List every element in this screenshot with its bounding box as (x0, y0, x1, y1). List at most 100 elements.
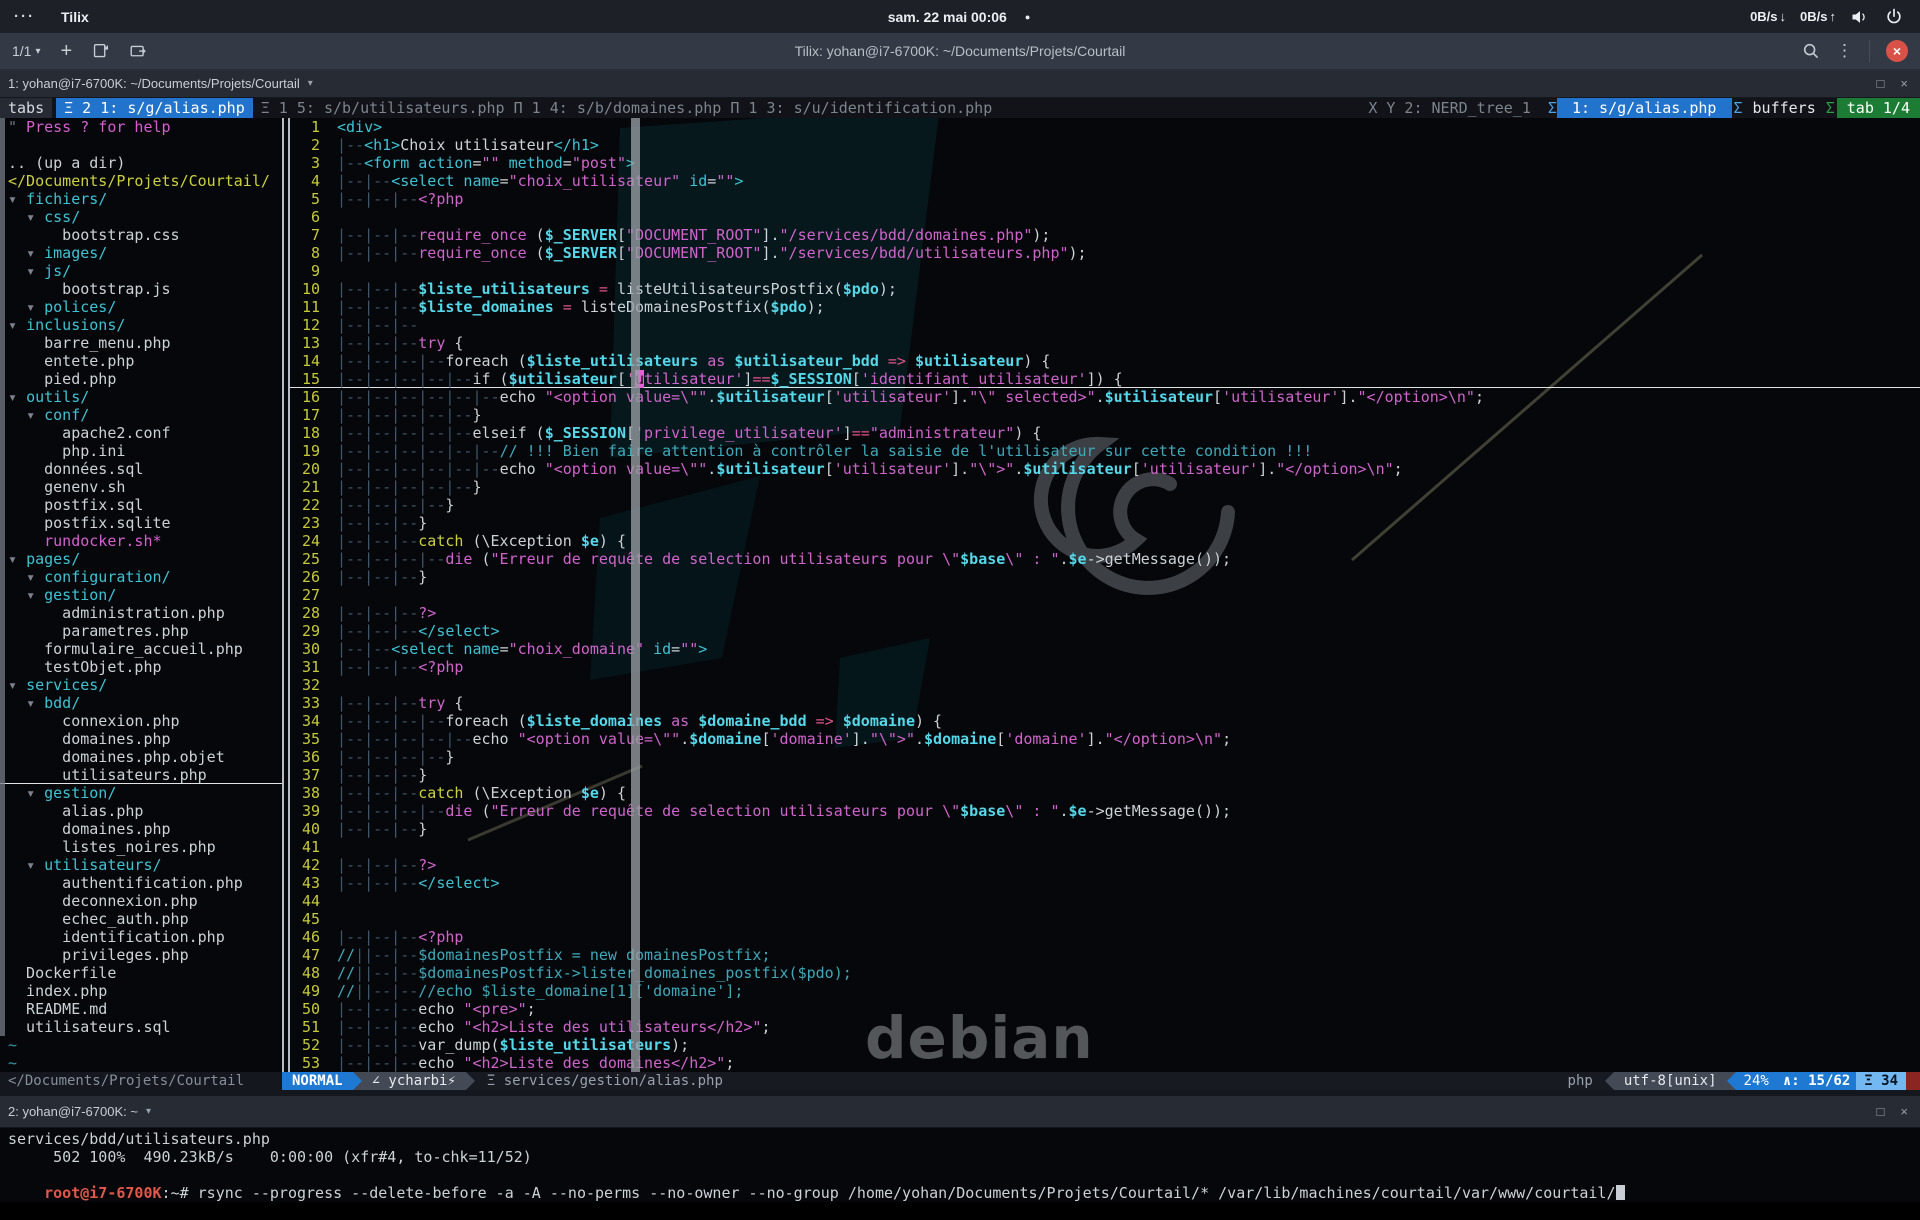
code-line[interactable]: 37 |--|--|--} (290, 766, 1920, 784)
tree-item[interactable]: ~ (0, 1054, 282, 1072)
tree-item[interactable]: php.ini (0, 442, 282, 460)
open-terminal-down-button[interactable] (92, 43, 109, 60)
code-line[interactable]: 49//||--|--//echo $liste_domaine[1]['dom… (290, 982, 1920, 1000)
pane-close-icon[interactable]: × (1900, 1104, 1908, 1119)
code-line[interactable]: 11 |--|--|--$liste_domaines = listeDomain… (290, 298, 1920, 316)
tree-item[interactable]: ▾ gestion/ (0, 586, 282, 604)
tree-item[interactable]: barre_menu.php (0, 334, 282, 352)
code-line[interactable]: 31 |--|--|--<?php (290, 658, 1920, 676)
tree-item[interactable]: formulaire_accueil.php (0, 640, 282, 658)
code-line[interactable]: 51 |--|--|--echo "<h2>Liste des utilisate… (290, 1018, 1920, 1036)
pane-close-icon[interactable]: × (1900, 76, 1908, 91)
code-line[interactable]: 25 |--|--|--|--die ("Erreur de requête de… (290, 550, 1920, 568)
shell-prompt-line[interactable]: root@i7-6700K:~# rsync --progress --dele… (0, 1166, 1920, 1202)
code-line[interactable]: 4 |--|--<select name="choix_utilisateur" … (290, 172, 1920, 190)
window-close-button[interactable]: × (1886, 40, 1908, 62)
tabline-nerdtree-buffer[interactable]: X Y 2: NERD_tree_1 (1360, 98, 1548, 118)
pane1-title-bar[interactable]: 1: yohan@i7-6700K: ~/Documents/Projets/C… (0, 70, 1920, 98)
tree-item[interactable]: utilisateurs.php (0, 766, 282, 784)
code-line[interactable]: 10 |--|--|--$liste_utilisateurs = listeUt… (290, 280, 1920, 298)
tree-item[interactable]: </Documents/Projets/Courtail/ (0, 172, 282, 190)
code-line[interactable]: 2 |--<h1>Choix utilisateur</h1> (290, 136, 1920, 154)
code-line[interactable]: 18|--|--|--|--|--elseif ($_SESSION['priv… (290, 424, 1920, 442)
window-split-separator[interactable] (282, 118, 290, 1072)
code-line[interactable]: 45 (290, 910, 1920, 928)
code-line[interactable]: 26 |--|--|--} (290, 568, 1920, 586)
tree-item[interactable]: genenv.sh (0, 478, 282, 496)
left-scrollbar[interactable] (0, 118, 5, 1036)
code-line[interactable]: 24 |--|--|--catch (\Exception $e) { (290, 532, 1920, 550)
code-line[interactable]: 47//||--|--$domainesPostfix = new domain… (290, 946, 1920, 964)
menu-kebab-icon[interactable]: ⋮ (1836, 41, 1853, 61)
code-line[interactable]: 23 |--|--|--} (290, 514, 1920, 532)
tree-item[interactable]: identification.php (0, 928, 282, 946)
tree-item[interactable]: postfix.sqlite (0, 514, 282, 532)
clock[interactable]: sam. 22 mai 00:06 (888, 9, 1007, 25)
code-line[interactable]: 14 |--|--|--|--foreach ($liste_utilisateu… (290, 352, 1920, 370)
code-line[interactable]: 48//||--|--$domainesPostfix->lister_doma… (290, 964, 1920, 982)
tree-item[interactable]: ▾ fichiers/ (0, 190, 282, 208)
tree-item[interactable]: entete.php (0, 352, 282, 370)
volume-icon[interactable] (1850, 7, 1870, 27)
tree-item[interactable] (0, 136, 282, 154)
tree-item[interactable]: README.md (0, 1000, 282, 1018)
tree-item[interactable]: ▾ configuration/ (0, 568, 282, 586)
tree-item[interactable]: ▾ pages/ (0, 550, 282, 568)
code-line[interactable]: 17 |--|--|--|--|--} (290, 406, 1920, 424)
focused-app-name[interactable]: Tilix (61, 9, 89, 25)
tree-item[interactable]: deconnexion.php (0, 892, 282, 910)
code-line[interactable]: 5 |--|--|--<?php (290, 190, 1920, 208)
chevron-down-icon[interactable]: ▾ (308, 78, 313, 89)
code-line[interactable]: 15|--|--|--|--|--if ($utilisateur['utili… (290, 370, 1920, 388)
tree-item[interactable]: administration.php (0, 604, 282, 622)
tree-item[interactable]: ▾ conf/ (0, 406, 282, 424)
tree-item[interactable]: ▾ gestion/ (0, 784, 282, 802)
code-line[interactable]: 46 |--|--|--<?php (290, 928, 1920, 946)
code-line[interactable]: 42 |--|--|--?> (290, 856, 1920, 874)
code-line[interactable]: 30 |--|--<select name="choix_domaine" id=… (290, 640, 1920, 658)
new-session-button[interactable]: + (61, 41, 73, 61)
tree-item[interactable]: bootstrap.css (0, 226, 282, 244)
terminal-1[interactable]: debian tabs Ξ 2 1: s/g/alias.php Ξ 1 5: … (0, 98, 1920, 1090)
code-line[interactable]: 27 (290, 586, 1920, 604)
tree-item[interactable]: parametres.php (0, 622, 282, 640)
terminal-2[interactable]: services/bdd/utilisateurs.php 502 100% 4… (0, 1128, 1920, 1202)
session-switcher-button[interactable]: 1/1 ▾ (12, 43, 41, 59)
code-line[interactable]: 40 |--|--|--} (290, 820, 1920, 838)
tree-item[interactable]: " Press ? for help (0, 118, 282, 136)
code-line[interactable]: 38 |--|--|--catch (\Exception $e) { (290, 784, 1920, 802)
tree-item[interactable]: ▾ polices/ (0, 298, 282, 316)
code-line[interactable]: 13 |--|--|--try { (290, 334, 1920, 352)
code-line[interactable]: 35 |--|--|--|--|--echo "<option value=\""… (290, 730, 1920, 748)
tree-item[interactable]: connexion.php (0, 712, 282, 730)
tree-item[interactable]: ▾ js/ (0, 262, 282, 280)
tree-item[interactable]: listes_noires.php (0, 838, 282, 856)
code-line[interactable]: 7 |--|--|--require_once ($_SERVER["DOCUME… (290, 226, 1920, 244)
tree-item[interactable]: domaines.php (0, 820, 282, 838)
code-line[interactable]: 34 |--|--|--|--foreach ($liste_domaines a… (290, 712, 1920, 730)
nerdtree-panel[interactable]: " Press ? for help .. (up a dir) </Documen… (0, 118, 282, 1072)
tree-item[interactable]: domaines.php (0, 730, 282, 748)
pane-maximize-icon[interactable]: □ (1877, 76, 1885, 91)
activities-indicator[interactable]: ··· (14, 8, 35, 25)
code-line[interactable]: 16 |--|--|--|--|--|--echo "<option value=… (290, 388, 1920, 406)
pane2-title-bar[interactable]: 2: yohan@i7-6700K: ~ ▾ □ × (0, 1096, 1920, 1128)
code-line[interactable]: 12 |--|--|-- (290, 316, 1920, 334)
code-line[interactable]: 50 |--|--|--echo "<pre>"; (290, 1000, 1920, 1018)
tree-item[interactable]: postfix.sql (0, 496, 282, 514)
code-line[interactable]: 1 <div> (290, 118, 1920, 136)
tree-item[interactable]: pied.php (0, 370, 282, 388)
tree-item[interactable]: bootstrap.js (0, 280, 282, 298)
tree-item[interactable]: données.sql (0, 460, 282, 478)
tabline-other-buffers[interactable]: Ξ 1 5: s/b/utilisateurs.php Π 1 4: s/b/d… (253, 98, 1001, 118)
pane-maximize-icon[interactable]: □ (1877, 1104, 1885, 1119)
code-line[interactable]: 21 |--|--|--|--|--} (290, 478, 1920, 496)
code-line[interactable]: 9 (290, 262, 1920, 280)
tree-item[interactable]: echec_auth.php (0, 910, 282, 928)
code-line[interactable]: 53 |--|--|--echo "<h2>Liste des domaines<… (290, 1054, 1920, 1072)
tree-item[interactable]: ▾ images/ (0, 244, 282, 262)
code-line[interactable]: 44 (290, 892, 1920, 910)
code-line[interactable]: 33 |--|--|--try { (290, 694, 1920, 712)
tree-item[interactable]: ▾ utilisateurs/ (0, 856, 282, 874)
code-line[interactable]: 43 |--|--|--</select> (290, 874, 1920, 892)
